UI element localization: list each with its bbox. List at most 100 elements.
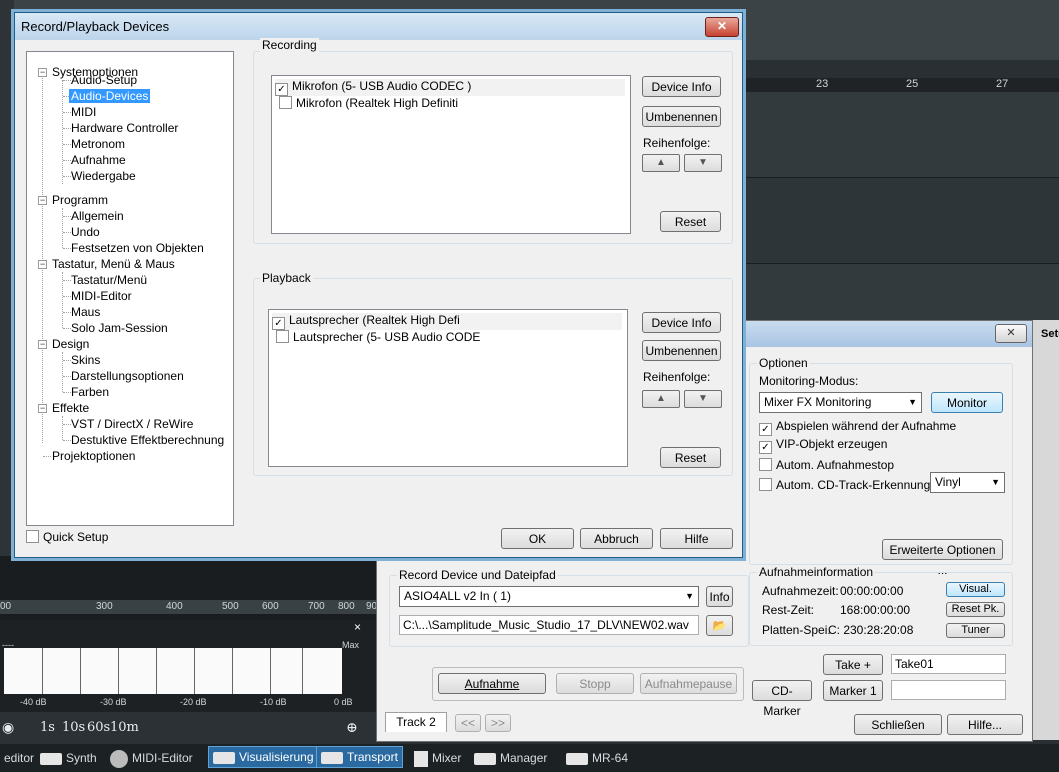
ok-button[interactable]: OK xyxy=(501,528,574,549)
visual-button[interactable]: Visual. xyxy=(946,582,1005,597)
list-item[interactable]: Lautsprecher (5- USB Audio CODE xyxy=(276,330,480,344)
taskbar-item-manager[interactable]: Manager xyxy=(470,748,551,768)
recording-reset-button[interactable]: Reset xyxy=(660,211,721,232)
tree-item-midi-editor[interactable]: MIDI-Editor xyxy=(71,289,132,303)
tree-item-solo-jam-session[interactable]: Solo Jam-Session xyxy=(71,321,168,335)
tree-item-metronom[interactable]: Metronom xyxy=(71,137,125,151)
tree-item-projektoptionen[interactable]: Projektoptionen xyxy=(52,449,135,463)
create-vip-object-checkbox[interactable]: ✓ VIP-Objekt erzeugen xyxy=(759,437,887,454)
collapse-icon[interactable]: − xyxy=(38,260,47,269)
cd-marker-button[interactable]: CD-Marker xyxy=(752,680,812,718)
list-item[interactable]: ✓ Mikrofon (5- USB Audio CODEC ) xyxy=(275,79,625,96)
monitor-button[interactable]: Monitor xyxy=(931,392,1003,413)
cd-detection-mode-select[interactable]: Vinyl ▼ xyxy=(930,472,1005,493)
tree-item-hardware-controller[interactable]: Hardware Controller xyxy=(71,121,178,135)
list-item[interactable]: ✓ Lautsprecher (Realtek High Defi xyxy=(272,313,622,330)
take-plus-button[interactable]: Take + xyxy=(823,654,883,675)
taskbar-item-transport[interactable]: Transport xyxy=(316,746,403,768)
taskbar-item-mixer[interactable]: Mixer xyxy=(410,748,465,768)
auto-cd-track-checkbox[interactable]: Autom. CD-Track-Erkennung xyxy=(759,478,930,492)
take-name-field[interactable]: Take01 xyxy=(891,654,1006,674)
close-button[interactable]: ✕ xyxy=(995,324,1027,343)
taskbar-item-mr64[interactable]: MR-64 xyxy=(562,748,632,768)
track-lane[interactable] xyxy=(740,264,1059,320)
record-pause-button[interactable]: Aufnahmepause xyxy=(640,673,737,694)
monitoring-mode-select[interactable]: Mixer FX Monitoring ▼ xyxy=(759,392,922,413)
collapse-icon[interactable]: − xyxy=(38,404,47,413)
folder-icon[interactable]: 📂 xyxy=(706,615,733,636)
checkbox-box[interactable] xyxy=(276,330,289,343)
tree-item-undo[interactable]: Undo xyxy=(71,225,100,239)
taskbar-item-synth[interactable]: Synth xyxy=(36,748,101,768)
recording-device-list[interactable]: ✓ Mikrofon (5- USB Audio CODEC ) Mikrofon… xyxy=(271,75,631,234)
track-lane[interactable] xyxy=(740,178,1059,264)
tree-item-audio-setup[interactable]: Audio-Setup xyxy=(71,73,137,87)
help-button[interactable]: Hilfe xyxy=(660,528,733,549)
tree-item-design[interactable]: Design xyxy=(52,337,89,351)
move-down-icon[interactable]: ▼ xyxy=(684,390,722,408)
target-icon[interactable]: ⊕ xyxy=(346,720,358,736)
playback-reset-button[interactable]: Reset xyxy=(660,447,721,468)
tree-item-audio-devices[interactable]: Audio-Devices xyxy=(69,89,151,103)
time-range-option[interactable]: 10s xyxy=(62,720,85,735)
marker-button[interactable]: Marker 1 xyxy=(823,680,883,701)
tree-item-destruktive-effektberechnung[interactable]: Destuktive Effektberechnung xyxy=(71,433,224,447)
collapse-icon[interactable]: − xyxy=(38,196,47,205)
move-down-icon[interactable]: ▼ xyxy=(684,154,722,172)
settings-tree[interactable]: − Systemoptionen Audio-Setup Audio-Devic… xyxy=(26,51,234,526)
quick-setup-checkbox[interactable]: Quick Setup xyxy=(26,530,108,544)
move-up-icon[interactable]: ▲ xyxy=(642,390,680,408)
tree-item-tastatur-menu[interactable]: Tastatur/Menü xyxy=(71,273,147,287)
help-button[interactable]: Hilfe... xyxy=(947,714,1023,735)
tab-track[interactable]: Track 2 xyxy=(385,712,447,732)
playback-rename-button[interactable]: Umbenennen xyxy=(642,340,721,361)
record-button[interactable]: Aufnahme xyxy=(438,673,546,694)
record-device-select[interactable]: ASIO4ALL v2 In ( 1) ▼ xyxy=(399,586,699,607)
close-icon[interactable]: × xyxy=(354,620,361,634)
taskbar-item-editor[interactable]: editor xyxy=(0,748,38,768)
auto-record-stop-checkbox[interactable]: Autom. Aufnahmestop xyxy=(759,458,894,472)
tree-item-farben[interactable]: Farben xyxy=(71,385,109,399)
tree-item-aufnahme[interactable]: Aufnahme xyxy=(71,153,126,167)
tree-item-programm[interactable]: Programm xyxy=(52,193,108,207)
time-range-option[interactable]: 60s xyxy=(87,720,110,735)
tree-item-allgemein[interactable]: Allgemein xyxy=(71,209,124,223)
taskbar-item-midi-editor[interactable]: MIDI-Editor xyxy=(106,748,197,768)
tree-item-tastatur-menu-maus[interactable]: Tastatur, Menü & Maus xyxy=(52,257,175,271)
device-info-button[interactable]: Info xyxy=(706,586,733,607)
collapse-icon[interactable]: − xyxy=(38,340,47,349)
time-range-option[interactable]: 10m xyxy=(110,720,139,735)
checkbox-box[interactable]: ✓ xyxy=(272,317,285,330)
close-button[interactable]: ✕ xyxy=(705,17,739,37)
advanced-options-button[interactable]: Erweiterte Optionen ... xyxy=(882,539,1003,577)
play-during-record-checkbox[interactable]: ✓ Abspielen während der Aufnahme xyxy=(759,419,956,436)
close-window-button[interactable]: Schließen xyxy=(854,714,942,735)
tree-item-wiedergabe[interactable]: Wiedergabe xyxy=(71,169,136,183)
checkbox-box[interactable]: ✓ xyxy=(275,83,288,96)
time-range-option[interactable]: 1s xyxy=(40,720,55,735)
recording-device-info-button[interactable]: Device Info xyxy=(642,76,721,97)
collapse-icon[interactable]: − xyxy=(38,68,47,77)
taskbar-item-visualisierung[interactable]: Visualisierung xyxy=(208,746,319,768)
tree-item-darstellungsoptionen[interactable]: Darstellungsoptionen xyxy=(71,369,184,383)
prev-track-button[interactable]: << xyxy=(455,714,481,732)
timeline-ruler[interactable]: 23 25 27 xyxy=(740,78,1059,92)
list-item[interactable]: Mikrofon (Realtek High Definiti xyxy=(279,96,458,110)
track-lane[interactable] xyxy=(740,92,1059,178)
tree-item-skins[interactable]: Skins xyxy=(71,353,100,367)
recording-rename-button[interactable]: Umbenennen xyxy=(642,106,721,127)
checkbox-box[interactable] xyxy=(279,96,292,109)
tree-item-maus[interactable]: Maus xyxy=(71,305,100,319)
eye-icon[interactable]: ◉ xyxy=(2,720,14,736)
cancel-button[interactable]: Abbruch xyxy=(580,528,653,549)
tree-item-festsetzen[interactable]: Festsetzen von Objekten xyxy=(71,241,204,255)
reset-peak-button[interactable]: Reset Pk. xyxy=(946,602,1005,617)
tuner-button[interactable]: Tuner xyxy=(946,623,1005,638)
tree-item-vst-directx-rewire[interactable]: VST / DirectX / ReWire xyxy=(71,417,193,431)
marker-name-field[interactable] xyxy=(891,680,1006,700)
tree-item-midi[interactable]: MIDI xyxy=(71,105,96,119)
next-track-button[interactable]: >> xyxy=(485,714,511,732)
tree-item-effekte[interactable]: Effekte xyxy=(52,401,89,415)
move-up-icon[interactable]: ▲ xyxy=(642,154,680,172)
playback-device-list[interactable]: ✓ Lautsprecher (Realtek High Defi Lautspr… xyxy=(268,309,628,467)
